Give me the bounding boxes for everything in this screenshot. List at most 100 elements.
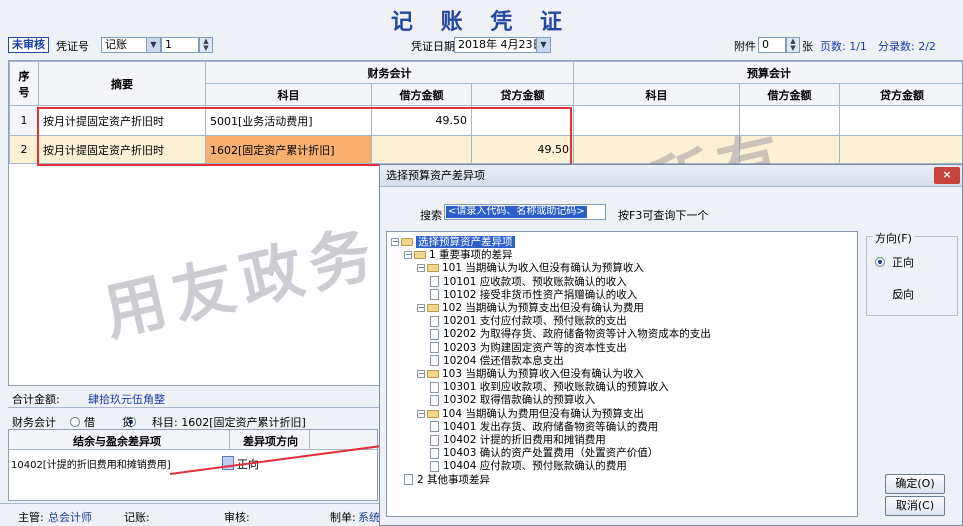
row-budget-credit[interactable] xyxy=(839,135,962,164)
tree-node[interactable]: − 1 重要事项的差异 xyxy=(404,248,513,262)
totals-value: 肆拾玖元伍角整 xyxy=(88,393,165,406)
close-icon[interactable]: × xyxy=(934,167,960,184)
tree-node-label: 10402 计提的折旧费用和摊销费用 xyxy=(443,434,606,446)
voucher-date-value: 2018年 4月23日 xyxy=(458,38,544,51)
chevron-down-icon[interactable]: ▼ xyxy=(146,38,160,52)
detail-fin-label: 财务会计 xyxy=(12,416,56,429)
tree-node[interactable]: − 选择预算资产差异项 xyxy=(391,235,515,249)
document-icon xyxy=(430,447,439,459)
tree-node[interactable]: 10204 偿还借款本息支出 xyxy=(430,354,564,368)
tree-node[interactable]: 10402 计提的折旧费用和摊销费用 xyxy=(430,433,606,447)
col-credit-header: 贷方金额 xyxy=(470,83,575,106)
tree-node-label: 10403 确认的资产处置费用（处置资产价值） xyxy=(443,447,659,460)
document-icon xyxy=(430,342,439,354)
col-budget-credit-header: 贷方金额 xyxy=(839,83,962,106)
col-summary-header: 摘要 xyxy=(38,61,206,106)
voucher-number-input[interactable]: 1 xyxy=(161,37,199,53)
tree-node[interactable]: − 104 当期确认为费用但没有确认为预算支出 xyxy=(417,407,644,421)
dialog-title-bar[interactable]: 选择预算资产差异项 xyxy=(380,165,962,187)
document-icon xyxy=(430,394,439,406)
tree-node[interactable]: 10302 取得借款确认的预算收入 xyxy=(430,393,595,407)
supervisor-label: 主管: xyxy=(18,511,44,524)
col-budget-subject-header: 科目 xyxy=(573,83,741,106)
tree-node-label: 10102 接受非货币性资产捐赠确认的收入 xyxy=(443,288,638,301)
row-budget-debit[interactable] xyxy=(739,105,841,136)
col-seq-header: 序号 xyxy=(9,61,39,106)
search-input[interactable]: <请录入代码、名称或助记码> xyxy=(444,204,606,220)
tree-node[interactable]: 10202 为取得存货、政府储备物资等计入物资成本的支出 xyxy=(430,327,711,341)
voucher-word-select[interactable]: 记账 ▼ xyxy=(101,37,161,53)
tree-node[interactable]: 10101 应收款项、预收账款确认的收入 xyxy=(430,275,627,289)
tree-node[interactable]: 10301 收到应收款项、预收账款确认的预算收入 xyxy=(430,380,669,394)
collapse-icon[interactable]: − xyxy=(417,264,425,273)
document-icon xyxy=(430,460,439,472)
row-budget-subject[interactable] xyxy=(573,135,741,164)
maker-value: 系统 xyxy=(358,511,380,524)
voucher-word-label: 凭证号 xyxy=(56,40,89,53)
voucher-number-stepper[interactable]: ▲ ▼ xyxy=(199,37,213,53)
document-icon xyxy=(430,434,439,446)
tree-node[interactable]: 10201 支付应付款项、预付账款的支出 xyxy=(430,314,627,328)
folder-icon xyxy=(427,409,439,418)
collapse-icon[interactable]: − xyxy=(417,370,425,378)
attachments-unit: 张 xyxy=(802,40,813,53)
col-subject-header: 科目 xyxy=(205,83,372,106)
folder-icon xyxy=(414,251,426,260)
dialog-title: 选择预算资产差异项 xyxy=(386,169,485,182)
tree-node-label: 10302 取得借款确认的预算收入 xyxy=(443,394,596,407)
folder-icon xyxy=(427,304,439,312)
tree-node[interactable]: 10401 发出存货、政府储备物资等确认的费用 xyxy=(430,420,658,434)
row-budget-subject[interactable] xyxy=(573,105,741,136)
tree-node[interactable]: 10403 确认的资产处置费用（处置资产价值） xyxy=(430,446,658,460)
collapse-icon[interactable]: − xyxy=(391,238,399,246)
row-seq: 2 xyxy=(9,135,39,164)
attachments-stepper[interactable]: ▲ ▼ xyxy=(786,37,800,53)
folder-icon xyxy=(427,264,439,273)
document-icon xyxy=(430,315,439,327)
bookkeeper-label: 记账: xyxy=(124,511,150,524)
tree-node-label: 10404 应付款项、预付账款确认的费用 xyxy=(443,460,627,473)
folder-icon xyxy=(427,370,439,378)
voucher-date-picker[interactable]: 2018年 4月23日 ▼ xyxy=(454,37,551,53)
tree-node[interactable]: 10203 为购建固定资产等的资本性支出 xyxy=(430,341,627,355)
select-difference-dialog: 选择预算资产差异项 × 搜索 <请录入代码、名称或助记码> 按F3可查询下一个 … xyxy=(379,164,963,526)
cancel-button[interactable]: 取消(C) xyxy=(885,496,945,516)
collapse-icon[interactable]: − xyxy=(417,304,425,312)
tree-node[interactable]: 10404 应付款项、预付账款确认的费用 xyxy=(430,459,627,473)
direction-positive-radio[interactable] xyxy=(875,257,885,267)
tree-node-label: 10401 发出存货、政府储备物资等确认的费用 xyxy=(443,420,659,433)
tree-node[interactable]: − 102 当期确认为预算支出但没有确认为费用 xyxy=(417,301,644,315)
voucher-number-value: 1 xyxy=(165,38,172,51)
collapse-icon[interactable]: − xyxy=(417,409,425,418)
tree-node[interactable]: 10102 接受非货币性资产捐赠确认的收入 xyxy=(430,288,637,302)
document-icon xyxy=(430,381,439,393)
direction-positive-label: 正向 xyxy=(892,256,914,269)
direction-group: 方向(F) 正向 反向 xyxy=(866,230,958,316)
direction-group-label: 方向(F) xyxy=(873,230,914,246)
search-label: 搜索 xyxy=(420,209,442,222)
voucher-title: 记 账 凭 证 xyxy=(391,9,572,35)
tree-node-label: 10204 偿还借款本息支出 xyxy=(443,354,564,367)
credit-radio-label: 贷 xyxy=(122,416,133,429)
tree-node[interactable]: − 101 当期确认为收入但没有确认为预算收入 xyxy=(417,261,644,275)
debit-radio[interactable] xyxy=(70,417,80,427)
tree-node[interactable]: − 103 当期确认为预算收入但没有确认为收入 xyxy=(417,367,644,381)
attachments-input[interactable]: 0 xyxy=(758,37,786,53)
voucher-word-value: 记账 xyxy=(105,38,127,51)
row-budget-credit[interactable] xyxy=(839,105,962,136)
tree-node[interactable]: 2 其他事项差异 xyxy=(404,473,490,487)
row-budget-debit[interactable] xyxy=(739,135,841,164)
difference-tree[interactable]: − 选择预算资产差异项 −1 重要事项的差异 −101 当期确认为收入但没有确认为预算… xyxy=(386,231,858,517)
search-hint: 按F3可查询下一个 xyxy=(618,209,709,222)
direction-negative-label: 反向 xyxy=(892,288,914,301)
entry-count: 分录数: 2/2 xyxy=(878,40,936,53)
tree-node-label: 104 当期确认为费用但没有确认为预算支出 xyxy=(442,407,644,420)
folder-icon xyxy=(401,238,413,246)
collapse-icon[interactable]: − xyxy=(404,251,412,260)
col-item-header: 结余与盈余差异项 xyxy=(73,435,161,448)
ok-button[interactable]: 确定(O) xyxy=(885,474,945,494)
difference-item-cell[interactable]: 10402[计提的折旧费用和摊销费用] xyxy=(11,456,171,471)
tree-node-label: 10101 应收款项、预收账款确认的收入 xyxy=(443,275,627,288)
chevron-down-icon[interactable]: ▼ xyxy=(536,38,550,52)
status-badge: 未审核 xyxy=(8,37,49,53)
